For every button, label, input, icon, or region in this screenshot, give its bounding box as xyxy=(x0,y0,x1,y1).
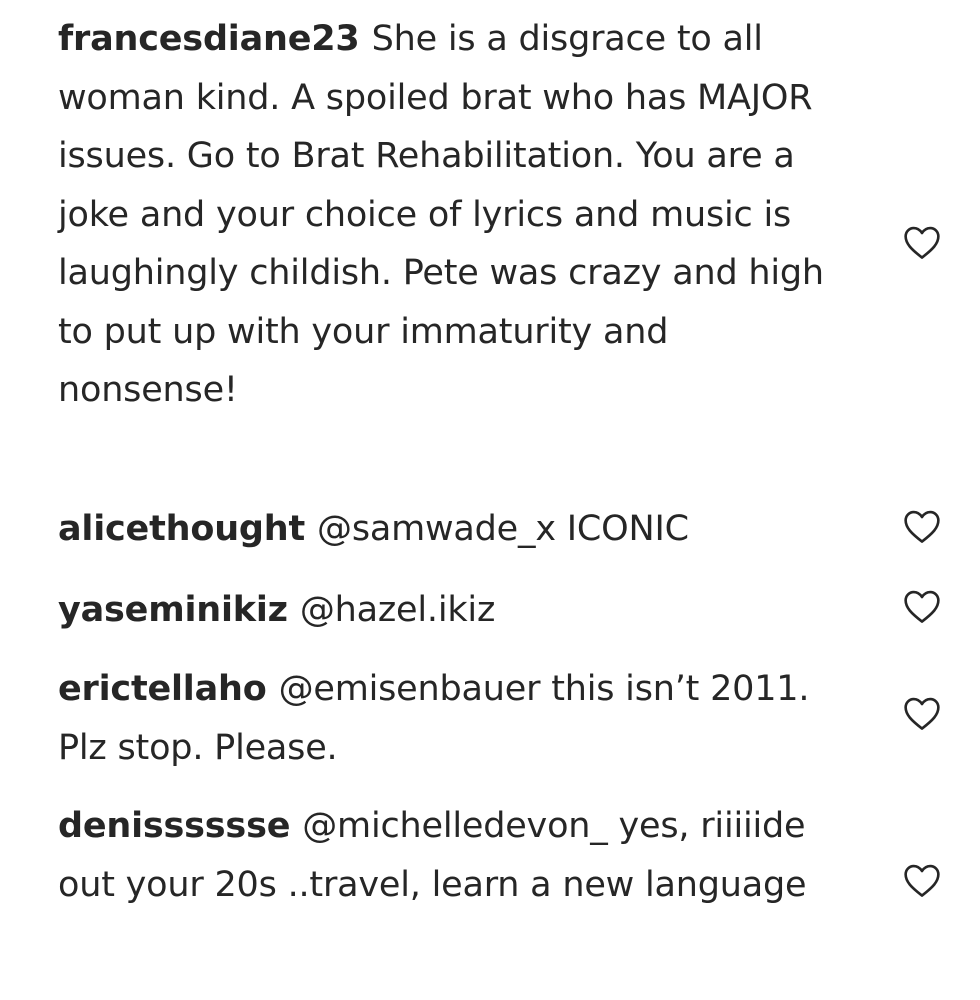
heart-outline-icon[interactable] xyxy=(902,862,942,898)
comment-username[interactable]: denisssssse xyxy=(58,806,290,846)
comment-username[interactable]: alicethought xyxy=(58,509,305,549)
heart-outline-icon[interactable] xyxy=(902,224,942,260)
comments-list: francesdiane23 She is a disgrace to all w… xyxy=(0,0,980,1000)
comment-username[interactable]: yaseminikiz xyxy=(58,590,288,630)
comment-item: alicethought @samwade_x ICONIC xyxy=(58,500,858,559)
comment-item: erictellaho @emisenbauer this isn’t 2011.… xyxy=(58,660,858,777)
comment-text: @samwade_x ICONIC xyxy=(317,509,689,549)
comment-item: francesdiane23 She is a disgrace to all w… xyxy=(58,10,858,420)
comment-text: @hazel.ikiz xyxy=(299,590,496,630)
heart-outline-icon[interactable] xyxy=(902,695,942,731)
comment-text: She is a disgrace to all woman kind. A s… xyxy=(58,19,824,410)
heart-outline-icon[interactable] xyxy=(902,508,942,544)
comment-username[interactable]: erictellaho xyxy=(58,669,267,709)
comment-item: denisssssse @michelledevon_ yes, riiiiide… xyxy=(58,797,858,914)
comment-item: yaseminikiz @hazel.ikiz xyxy=(58,581,858,640)
heart-outline-icon[interactable] xyxy=(902,588,942,624)
comment-username[interactable]: francesdiane23 xyxy=(58,19,360,59)
